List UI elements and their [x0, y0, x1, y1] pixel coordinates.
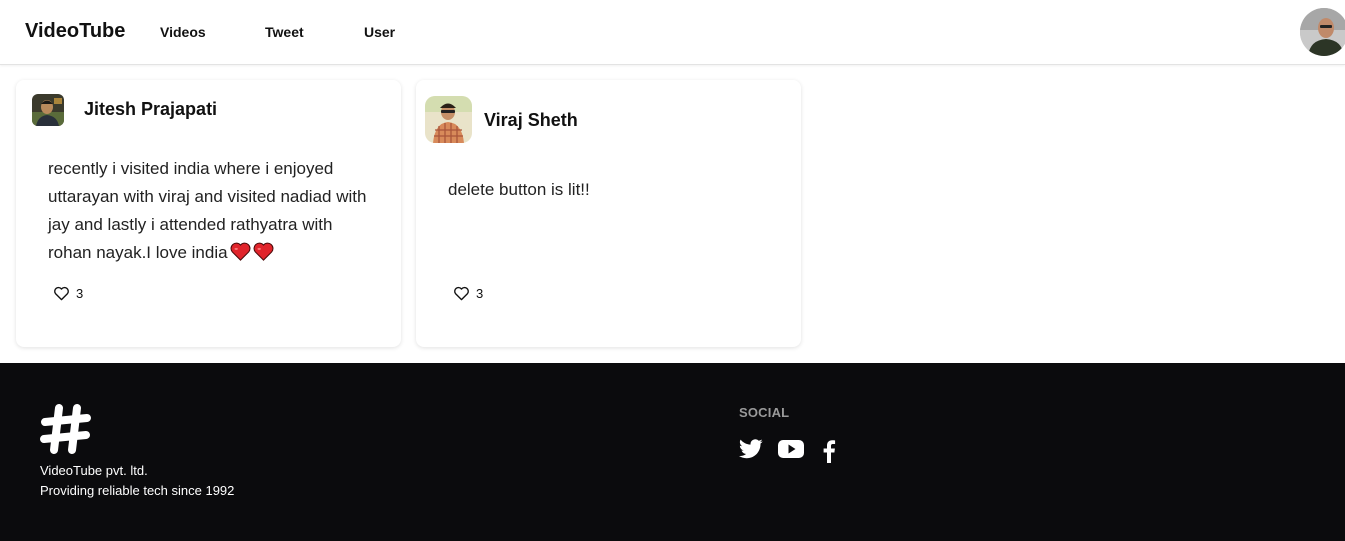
heart-outline-icon	[454, 286, 469, 301]
like-count: 3	[476, 286, 484, 301]
footer-tagline: Providing reliable tech since 1992	[40, 483, 235, 498]
hashtag-logo-icon	[40, 404, 91, 454]
nav-link-tweet[interactable]: Tweet	[265, 24, 304, 40]
author-avatar[interactable]	[425, 96, 472, 143]
navbar: VideoTube Videos Tweet User	[0, 0, 1345, 65]
facebook-icon[interactable]	[822, 439, 836, 463]
author-avatar-image	[32, 94, 64, 126]
tweet-text: recently i visited india where i enjoyed…	[48, 155, 378, 270]
footer: VideoTube pvt. ltd. Providing reliable t…	[0, 363, 1345, 541]
brand-logo-text[interactable]: VideoTube	[25, 20, 125, 43]
tweet-text: delete button is lit!!	[448, 180, 590, 199]
tweet-card: Jitesh Prajapati recently i visited indi…	[16, 80, 401, 347]
heart-outline-icon	[54, 286, 69, 301]
author-name[interactable]: Viraj Sheth	[484, 110, 578, 131]
tweet-card: Viraj Sheth delete button is lit!! 3	[416, 80, 801, 347]
tweet-text-content: recently i visited india where i enjoyed…	[48, 159, 367, 262]
author-name[interactable]: Jitesh Prajapati	[84, 99, 217, 120]
like-button[interactable]: 3	[453, 286, 483, 301]
nav-link-user[interactable]: User	[364, 24, 395, 40]
profile-avatar-image	[1300, 8, 1345, 56]
heart-emoji-icon	[230, 242, 251, 270]
footer-company-name: VideoTube pvt. ltd.	[40, 463, 148, 478]
author-avatar[interactable]	[32, 94, 64, 126]
like-count: 3	[76, 286, 84, 301]
profile-avatar[interactable]	[1300, 8, 1345, 56]
author-avatar-image	[425, 96, 472, 143]
youtube-icon[interactable]	[778, 439, 804, 459]
nav-link-videos[interactable]: Videos	[160, 24, 206, 40]
heart-emoji-icon	[253, 242, 274, 270]
social-heading: SOCIAL	[739, 405, 790, 420]
like-button[interactable]: 3	[53, 286, 83, 301]
twitter-icon[interactable]	[739, 439, 763, 459]
